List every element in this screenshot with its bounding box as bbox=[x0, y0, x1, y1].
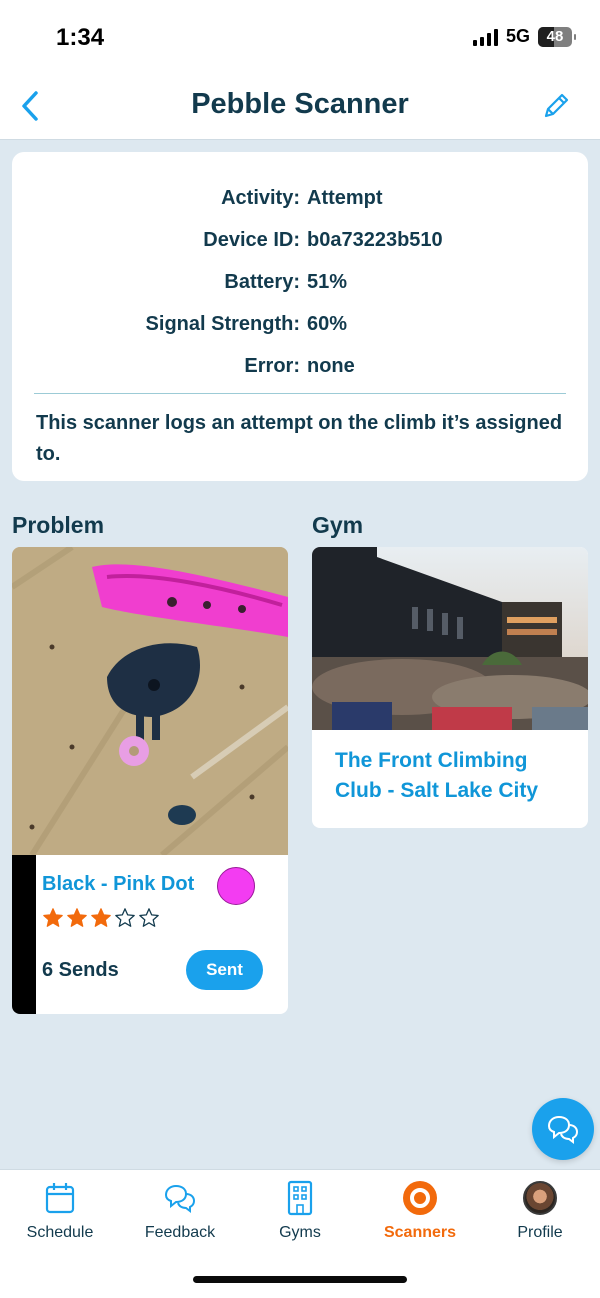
problem-card[interactable]: Black - Pink Dot 6 Sends Sent bbox=[12, 547, 288, 1014]
status-bar: 1:34 5G 48 bbox=[0, 0, 600, 76]
avatar bbox=[523, 1181, 557, 1215]
tab-label: Profile bbox=[517, 1224, 563, 1241]
chat-bubbles-icon bbox=[164, 1184, 196, 1213]
gym-name[interactable]: The Front Climbing Club - Salt Lake City bbox=[335, 746, 575, 806]
calendar-icon bbox=[45, 1183, 75, 1214]
sends-count: 6 Sends bbox=[42, 959, 119, 981]
building-icon bbox=[287, 1180, 313, 1216]
gym-photo bbox=[312, 547, 588, 730]
page-title: Pebble Scanner bbox=[191, 88, 409, 120]
star-rating bbox=[42, 907, 160, 929]
info-value: 51% bbox=[307, 270, 348, 293]
info-value: b0a73223b510 bbox=[307, 228, 443, 251]
gym-card[interactable]: The Front Climbing Club - Salt Lake City bbox=[312, 547, 588, 828]
info-value: none bbox=[307, 354, 355, 377]
gym-section-title: Gym bbox=[312, 512, 364, 538]
chat-bubbles-icon bbox=[547, 1115, 579, 1144]
sent-button[interactable]: Sent bbox=[186, 950, 263, 990]
color-strip bbox=[12, 855, 36, 1014]
tab-label: Feedback bbox=[144, 1224, 216, 1241]
info-label: Battery: bbox=[224, 270, 300, 293]
tab-label: Scanners bbox=[383, 1224, 457, 1241]
scanner-info-card: Activity: Attempt Device ID: b0a73223b51… bbox=[12, 152, 588, 481]
tab-feedback[interactable]: Feedback bbox=[120, 1170, 240, 1250]
tab-label: Schedule bbox=[26, 1224, 94, 1241]
info-row-device-id: Device ID: b0a73223b510 bbox=[12, 219, 588, 261]
star-filled-icon bbox=[91, 908, 111, 927]
pencil-icon bbox=[544, 93, 569, 118]
info-label: Device ID: bbox=[203, 228, 300, 251]
tab-profile[interactable]: Profile bbox=[480, 1170, 600, 1250]
info-row-activity: Activity: Attempt bbox=[12, 177, 588, 219]
network-label: 5G bbox=[505, 26, 530, 46]
scanner-description: This scanner logs an attempt on the clim… bbox=[36, 412, 563, 465]
info-label: Signal Strength: bbox=[145, 312, 300, 335]
status-icons: 5G 48 bbox=[472, 26, 576, 47]
problem-photo bbox=[12, 547, 288, 855]
battery-level: 48 bbox=[546, 28, 564, 45]
problem-name: Black - Pink Dot bbox=[42, 873, 195, 895]
problem-section-title: Problem bbox=[12, 512, 105, 538]
edit-button[interactable] bbox=[536, 86, 576, 126]
info-value: 60% bbox=[307, 312, 348, 335]
tab-schedule[interactable]: Schedule bbox=[0, 1170, 120, 1250]
info-value: Attempt bbox=[307, 186, 383, 209]
star-filled-icon bbox=[43, 908, 63, 927]
hold-color-dot bbox=[217, 867, 255, 905]
info-rows: Activity: Attempt Device ID: b0a73223b51… bbox=[12, 152, 588, 387]
star-empty-icon bbox=[139, 908, 159, 927]
info-row-signal: Signal Strength: 60% bbox=[12, 303, 588, 345]
nav-header: Pebble Scanner bbox=[0, 76, 600, 140]
info-label: Activity: bbox=[221, 186, 300, 209]
tab-scanners[interactable]: Scanners bbox=[360, 1170, 480, 1250]
home-indicator bbox=[193, 1276, 407, 1283]
chat-button[interactable] bbox=[532, 1098, 594, 1160]
tab-gyms[interactable]: Gyms bbox=[240, 1170, 360, 1250]
battery-icon: 48 bbox=[538, 26, 576, 47]
scanner-icon bbox=[403, 1181, 437, 1215]
tab-label: Gyms bbox=[279, 1224, 321, 1241]
status-time: 1:34 bbox=[56, 24, 105, 51]
signal-icon bbox=[472, 28, 498, 46]
info-row-error: Error: none bbox=[12, 345, 588, 387]
star-filled-icon bbox=[67, 908, 87, 927]
problem-info: Black - Pink Dot 6 Sends Sent bbox=[12, 855, 288, 1014]
star-empty-icon bbox=[115, 908, 135, 927]
info-label: Error: bbox=[244, 354, 300, 377]
info-row-battery: Battery: 51% bbox=[12, 261, 588, 303]
